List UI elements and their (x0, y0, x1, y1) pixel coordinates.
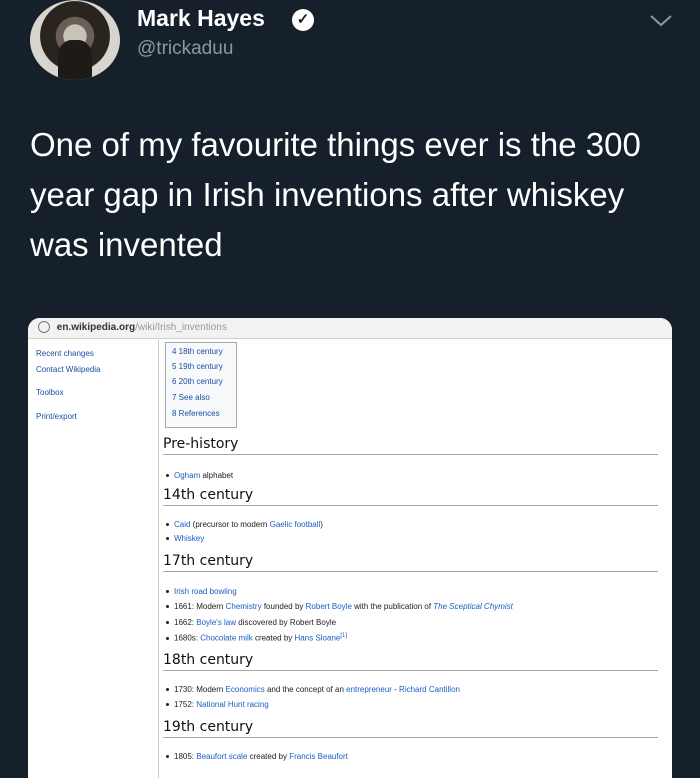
verified-badge-icon: ✓ (292, 9, 314, 31)
list-item: 1730: Modern Economics and the concept o… (166, 685, 460, 694)
article-content: Pre-history Ogham alphabet 14th century … (28, 318, 672, 778)
author-handle[interactable]: @trickaduu (137, 38, 233, 60)
tweet-text: One of my favourite things ever is the 3… (30, 126, 641, 263)
section-heading: Pre-history (163, 436, 658, 455)
list-item: 1805: Beaufort scale created by Francis … (166, 752, 348, 761)
list-item: Ogham alphabet (166, 471, 233, 480)
section-heading: 19th century (163, 719, 658, 738)
attached-screenshot[interactable]: en.wikipedia.org/wiki/Irish_inventions R… (28, 318, 672, 778)
list-item: 1662: Boyle's law discovered by Robert B… (166, 618, 336, 627)
section-heading: 17th century (163, 553, 658, 572)
list-item: Irish road bowling (166, 587, 237, 596)
list-item: 1752: National Hunt racing (166, 700, 269, 709)
section-heading: 18th century (163, 652, 658, 671)
section-heading: 14th century (163, 487, 658, 506)
chevron-down-icon[interactable] (645, 8, 677, 32)
list-item: Caid (precursor to modern Gaelic footbal… (166, 520, 323, 529)
author-name[interactable]: Mark Hayes (137, 5, 265, 32)
list-item: 1680s: Chocolate milk created by Hans Sl… (166, 633, 347, 643)
list-item: Whiskey (166, 534, 204, 543)
list-item: 1661: Modern Chemistry founded by Robert… (166, 602, 513, 611)
avatar[interactable] (30, 0, 120, 80)
